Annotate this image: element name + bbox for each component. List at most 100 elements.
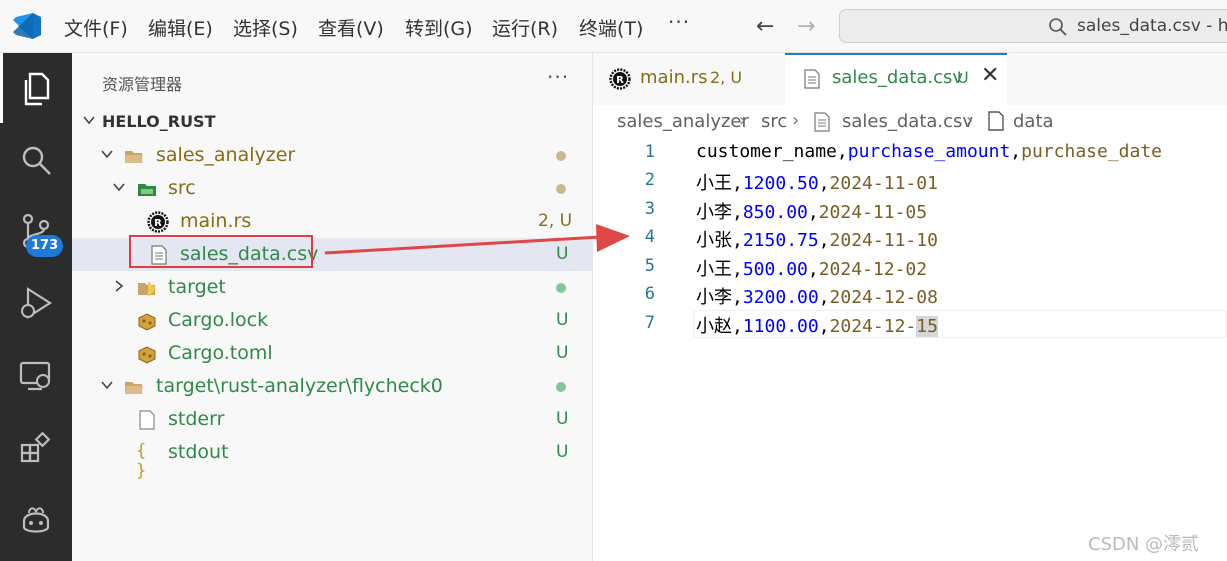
code-text: 小赵,1100.00,2024-12-15 (696, 316, 938, 337)
csv-field: 2024-11-10 (829, 230, 938, 251)
code-line: 4 小张,2150.75,2024-11-10 (593, 224, 1227, 252)
chevron-right-icon: › (792, 110, 800, 131)
tree-root-hello-rust[interactable]: HELLO_RUST (72, 105, 592, 138)
tree-item-src[interactable]: src (72, 172, 592, 205)
tree-item-cargo-lock[interactable]: Cargo.lock U (72, 304, 592, 337)
git-status: U (556, 343, 569, 363)
close-icon[interactable]: ✕ (981, 63, 999, 88)
code-line: 5 小王,500.00,2024-12-02 (593, 253, 1227, 281)
tab-main-rs[interactable]: R main.rs 2, U (593, 53, 778, 105)
chevron-right-icon: › (966, 110, 974, 131)
tree-label: sales_analyzer (156, 144, 296, 166)
line-number: 1 (644, 142, 655, 162)
csv-field: purchase_date (1021, 141, 1163, 162)
explorer-sidebar: 资源管理器 ··· HELLO_RUST sales_analyzer src … (72, 53, 593, 561)
line-number: 4 (644, 227, 655, 247)
breadcrumb-src[interactable]: src (761, 111, 787, 132)
tree-label: target (168, 276, 226, 298)
csv-field: purchase_amount (847, 141, 1011, 162)
csv-field: 2024-11-01 (829, 173, 938, 194)
tab-label: sales_data.csv (832, 67, 964, 88)
explorer-more-button[interactable]: ··· (547, 65, 569, 89)
tree-item-flycheck0[interactable]: target\rust-analyzer\flycheck0 (72, 370, 592, 403)
active-indicator (0, 53, 3, 123)
menu-terminal[interactable]: 终端(T) (579, 14, 643, 41)
tab-status: U (957, 68, 969, 87)
menu-file[interactable]: 文件(F) (64, 14, 128, 41)
file-icon (988, 111, 1004, 131)
root-folder-label: HELLO_RUST (102, 112, 216, 131)
csv-field: customer_name (696, 141, 837, 162)
extensions-icon[interactable] (16, 427, 56, 467)
modified-dot (556, 151, 566, 161)
line-number: 3 (644, 199, 655, 219)
code-text: 小王,1200.50,2024-11-01 (696, 173, 938, 194)
csv-field: 小赵 (696, 316, 732, 337)
file-icon (139, 410, 155, 430)
git-status: U (556, 244, 569, 264)
watermark: CSDN @澪贰 (1088, 534, 1200, 555)
tree-item-main-rs[interactable]: R main.rs 2, U (72, 205, 592, 238)
code-text: customer_name,purchase_amount,purchase_d… (696, 141, 1163, 162)
annotation-highlight-box (129, 235, 313, 268)
tree-label: target\rust-analyzer\flycheck0 (156, 375, 443, 397)
search-icon[interactable] (16, 140, 56, 180)
code-editor[interactable]: 1 customer_name,purchase_amount,purchase… (593, 139, 1227, 561)
code-line-current: 7 小赵,1100.00,2024-12-15 (593, 310, 1227, 338)
run-debug-icon[interactable] (16, 283, 56, 323)
remote-explorer-icon[interactable] (16, 355, 56, 395)
tree-item-cargo-toml[interactable]: Cargo.toml U (72, 337, 592, 370)
csv-field: 小王 (696, 259, 732, 280)
forward-arrow-icon[interactable]: → (797, 14, 815, 39)
modified-dot (556, 184, 566, 194)
tab-sales-data-csv[interactable]: sales_data.csv U ✕ (785, 53, 1007, 105)
text-file-icon (804, 69, 820, 89)
csv-field: 小李 (696, 202, 732, 223)
git-status: U (556, 310, 569, 330)
cargo-icon (138, 313, 156, 331)
csv-field: 850.00 (742, 202, 808, 223)
tree-label: main.rs (180, 210, 252, 232)
chevron-down-icon (83, 116, 95, 125)
menu-go[interactable]: 转到(G) (405, 14, 473, 41)
csv-field: 2024-12-02 (818, 259, 928, 280)
breadcrumb-sales-analyzer[interactable]: sales_analyzer (617, 111, 749, 132)
csv-field: 小张 (696, 230, 732, 251)
code-text: 小王,500.00,2024-12-02 (696, 259, 928, 280)
activity-bar: 173 (0, 53, 72, 561)
rust-file-icon: R (609, 68, 631, 90)
git-status: U (556, 409, 569, 429)
csv-field-last: 2024-12-15 (829, 316, 938, 337)
csv-field: 1200.50 (742, 173, 819, 194)
code-text: 小李,3200.00,2024-12-08 (696, 287, 938, 308)
vscode-logo-icon[interactable] (10, 12, 42, 40)
breadcrumb-data[interactable]: data (1013, 111, 1054, 132)
breadcrumb-sales-data-csv[interactable]: sales_data.csv (842, 111, 973, 132)
breadcrumb: sales_analyzer › src › sales_data.csv › … (593, 105, 1227, 139)
tree-item-target[interactable]: target (72, 271, 592, 304)
tree-item-stderr[interactable]: stderr U (72, 403, 592, 436)
tree-label: stdout (168, 441, 229, 463)
tree-item-stdout[interactable]: { } stdout U (72, 436, 592, 481)
code-line: 3 小李,850.00,2024-11-05 (593, 196, 1227, 224)
tree-label: src (168, 177, 196, 199)
menu-more-button[interactable]: ··· (668, 10, 690, 34)
code-line: 6 小李,3200.00,2024-12-08 (593, 281, 1227, 309)
code-text: 小张,2150.75,2024-11-10 (696, 230, 938, 251)
explorer-files-icon[interactable] (16, 68, 56, 108)
menu-view[interactable]: 查看(V) (318, 14, 384, 41)
command-center-search[interactable]: sales_data.csv - hel (839, 9, 1227, 43)
untracked-dot (556, 382, 566, 392)
menu-selection[interactable]: 选择(S) (233, 14, 298, 41)
back-arrow-icon[interactable]: ← (756, 14, 774, 39)
copilot-icon[interactable] (16, 499, 56, 539)
csv-field: 1100.00 (742, 316, 819, 337)
tab-label: main.rs (640, 67, 708, 88)
tree-item-sales-analyzer[interactable]: sales_analyzer (72, 139, 592, 172)
menu-run[interactable]: 运行(R) (492, 14, 558, 41)
search-icon (1049, 18, 1067, 36)
title-bar: 文件(F) 编辑(E) 选择(S) 查看(V) 转到(G) 运行(R) 终端(T… (0, 0, 1227, 53)
chevron-down-icon (113, 183, 125, 192)
menu-edit[interactable]: 编辑(E) (148, 14, 213, 41)
folder-open-icon (125, 151, 143, 163)
